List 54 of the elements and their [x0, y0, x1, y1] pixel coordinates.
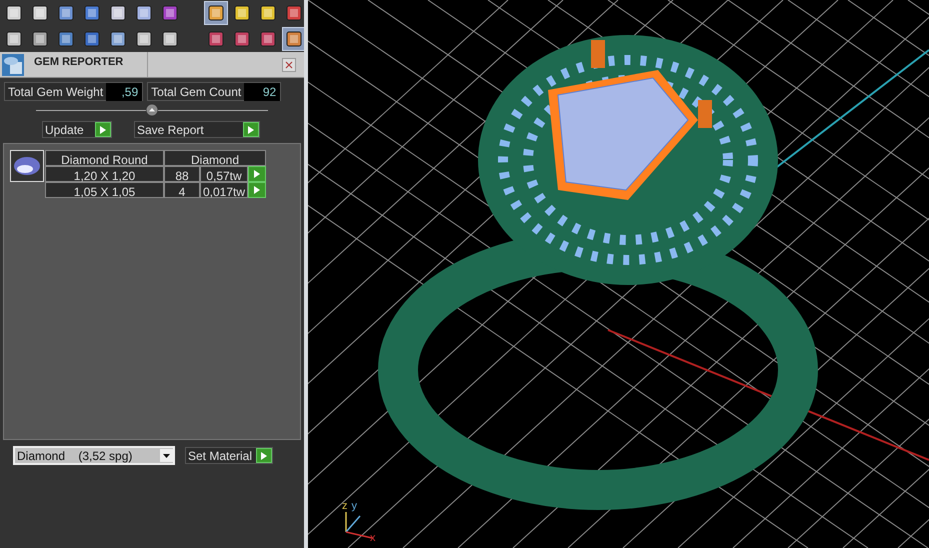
table-cell: 4 — [164, 182, 200, 198]
tool-icon — [233, 4, 251, 22]
tool-icon — [57, 30, 75, 48]
table-cell: 0,57tw — [200, 166, 248, 182]
report-icon — [2, 54, 24, 76]
tool-icon — [161, 30, 179, 48]
tool-icon — [207, 4, 225, 22]
panel-title: GEM REPORTER — [26, 52, 148, 77]
total-label: Total Gem Weight — [7, 84, 104, 100]
material-dropdown[interactable]: Diamond (3,52 spg) — [13, 446, 175, 465]
play-icon — [243, 122, 259, 137]
table-cell: 88 — [164, 166, 200, 182]
row-go-button[interactable] — [248, 166, 266, 182]
tool-icon — [259, 4, 277, 22]
table-cell: 1,05 X 1,05 — [45, 182, 164, 198]
play-icon — [256, 448, 272, 463]
gem-thumbnail — [10, 150, 44, 182]
action-button[interactable]: Save Report — [134, 121, 260, 138]
column-header: Diamond — [164, 150, 266, 166]
table-cell: 0,017tw — [200, 182, 248, 198]
axis-label: x — [370, 531, 376, 546]
tool-icon — [31, 30, 49, 48]
action-button[interactable]: Update — [42, 121, 112, 138]
toolbar-button[interactable] — [204, 1, 228, 25]
total-value: 92 — [244, 82, 280, 100]
play-icon — [95, 122, 111, 137]
total-label: Total Gem Count — [150, 84, 242, 100]
tool-icon — [5, 4, 23, 22]
close-icon — [285, 60, 293, 68]
row-go-button[interactable] — [248, 182, 266, 198]
tool-icon — [31, 4, 49, 22]
tool-icon — [109, 30, 127, 48]
tool-icon — [83, 4, 101, 22]
axis-label: y — [352, 499, 357, 514]
tool-icon — [207, 30, 225, 48]
column-header: Diamond Round — [45, 150, 164, 166]
tool-icon — [233, 30, 251, 48]
tool-icon — [259, 30, 277, 48]
tool-icon — [5, 30, 23, 48]
toolbar-button[interactable] — [282, 27, 306, 51]
tool-icon — [161, 4, 179, 22]
close-button[interactable] — [282, 58, 296, 72]
tool-icon — [285, 30, 303, 48]
tool-icon — [135, 4, 153, 22]
collapse-icon[interactable] — [146, 104, 158, 116]
total-value: ,59 — [106, 82, 142, 100]
axis-label: z — [342, 499, 348, 514]
tool-icon — [135, 30, 153, 48]
table-cell: 1,20 X 1,20 — [45, 166, 164, 182]
tool-icon — [57, 4, 75, 22]
tool-icon — [285, 4, 303, 22]
tool-icon — [83, 30, 101, 48]
set-material-button[interactable]: Set Material — [185, 447, 274, 464]
tool-icon — [109, 4, 127, 22]
